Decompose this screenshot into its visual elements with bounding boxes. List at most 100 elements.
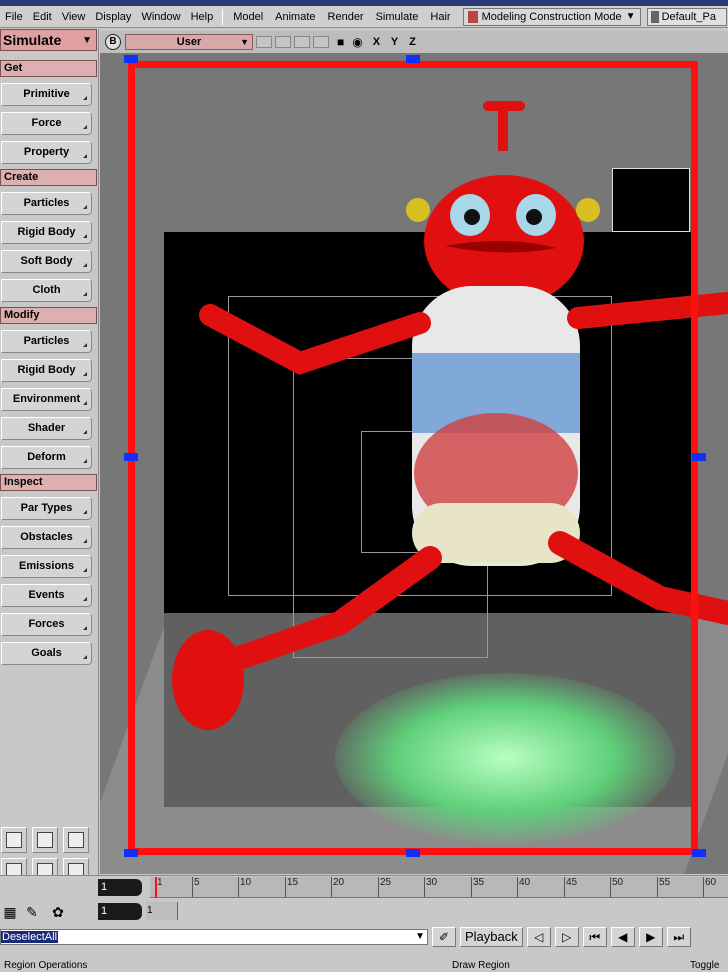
menu-help[interactable]: Help (186, 11, 219, 23)
frame-tick: 30 (424, 877, 438, 897)
layout-split-button[interactable] (32, 827, 58, 853)
frame-handle[interactable] (692, 849, 706, 857)
create-cloth-button[interactable]: Cloth (1, 279, 92, 302)
module-render[interactable]: Render (322, 11, 370, 23)
inspect-events-button[interactable]: Events (1, 584, 92, 607)
construction-mode-label: Modeling Construction Mode (481, 10, 622, 23)
script-icon[interactable]: ✐ (432, 927, 456, 947)
get-property-button[interactable]: Property (1, 141, 92, 164)
frame-tick: 5 (192, 877, 200, 897)
construction-mode-select[interactable]: Modeling Construction Mode ▼ (462, 7, 641, 26)
layout-graph-button[interactable] (1, 827, 27, 853)
section-modify[interactable]: Modify (0, 307, 97, 324)
frame-tick: 60 (703, 877, 717, 897)
frame-ruler[interactable]: 1 5 10 15 20 25 30 35 40 45 50 55 60 (150, 877, 728, 898)
start-frame-field[interactable]: 1 (98, 903, 142, 920)
menu-edit[interactable]: Edit (28, 11, 57, 23)
get-primitive-button[interactable]: Primitive (1, 83, 92, 106)
layout-quad-icon (68, 832, 84, 848)
viewport-memo-slot-2[interactable] (275, 36, 291, 48)
section-get[interactable]: Get (0, 60, 97, 77)
brush-icon[interactable]: ✎ (22, 902, 42, 922)
section-inspect[interactable]: Inspect (0, 474, 97, 491)
chevron-down-icon: ▼ (240, 37, 249, 47)
chevron-down-icon[interactable]: ▼ (415, 930, 425, 944)
viewport-view-select[interactable]: User ▼ (125, 34, 253, 50)
inspect-emissions-button[interactable]: Emissions (1, 555, 92, 578)
modify-deform-button[interactable]: Deform (1, 446, 92, 469)
frame-tick: 20 (331, 877, 345, 897)
time-slider: 1 1 5 10 15 20 25 30 35 40 45 50 55 60 1… (0, 875, 728, 925)
frame-handle[interactable] (124, 453, 138, 461)
get-force-button[interactable]: Force (1, 112, 92, 135)
current-frame-field[interactable]: 1 (98, 879, 142, 896)
menu-view[interactable]: View (57, 11, 91, 23)
menu-display[interactable]: Display (90, 11, 136, 23)
inspect-par-types-button[interactable]: Par Types (1, 497, 92, 520)
status-right: Toggle (690, 960, 720, 971)
modify-shader-button[interactable]: Shader (1, 417, 92, 440)
default-pass-field[interactable]: Default_Pa (646, 7, 727, 26)
simulate-toolbar: Simulate ▼ Get Primitive Force Property … (0, 29, 99, 884)
frame-tick: 35 (471, 877, 485, 897)
chevron-down-icon: ▼ (625, 11, 636, 22)
section-create[interactable]: Create (0, 169, 97, 186)
module-hair[interactable]: Hair (424, 11, 456, 23)
inspect-obstacles-button[interactable]: Obstacles (1, 526, 92, 549)
layout-split-icon (37, 832, 53, 848)
toolbar-module-label: Simulate (3, 32, 62, 48)
menu-file[interactable]: File (0, 11, 28, 23)
eye-icon[interactable]: ◉ (352, 35, 362, 49)
menu-bar: File Edit View Display Window Help Model… (0, 6, 728, 28)
frame-tick: 50 (610, 877, 624, 897)
menu-window[interactable]: Window (136, 11, 185, 23)
play-forward-icon[interactable]: ▶ (638, 927, 663, 947)
construction-mode-icon (467, 10, 478, 23)
inspect-forces-button[interactable]: Forces (1, 613, 92, 636)
create-rigid-body-button[interactable]: Rigid Body (1, 221, 92, 244)
frame-tick: 10 (238, 877, 252, 897)
layout-graph-icon (6, 832, 22, 848)
chevron-down-icon: ▼ (82, 34, 92, 46)
modify-environment-button[interactable]: Environment (1, 388, 92, 411)
create-particles-button[interactable]: Particles (1, 192, 92, 215)
3d-viewport[interactable] (100, 53, 728, 874)
viewport-memo-slot-4[interactable] (313, 36, 329, 48)
camera-icon[interactable]: ■ (337, 35, 344, 49)
frame-handle[interactable] (692, 453, 706, 461)
modify-rigid-body-button[interactable]: Rigid Body (1, 359, 92, 382)
frame-handle[interactable] (124, 55, 138, 63)
command-input[interactable]: DeselectAll ▼ (0, 929, 428, 945)
module-model[interactable]: Model (227, 11, 269, 23)
viewport-header: B User ▼ ■ ◉ X Y Z (100, 31, 728, 53)
frame-tick: 25 (378, 877, 392, 897)
playback-button[interactable]: Playback (460, 927, 523, 947)
modify-particles-button[interactable]: Particles (1, 330, 92, 353)
toolbar-module-select[interactable]: Simulate ▼ (0, 29, 97, 51)
layout-quad-button[interactable] (63, 827, 89, 853)
frame-handle[interactable] (406, 849, 420, 857)
module-simulate[interactable]: Simulate (370, 11, 425, 23)
menu-separator (222, 8, 224, 25)
frame-handle[interactable] (124, 849, 138, 857)
status-left: Region Operations (4, 960, 88, 971)
command-bar: DeselectAll ▼ ✐ Playback ◁ ▷ ⏮ ◀ ▶ ⏭ (0, 926, 728, 948)
first-frame-icon[interactable]: ⏮ (582, 927, 607, 947)
create-soft-body-button[interactable]: Soft Body (1, 250, 92, 273)
command-text: DeselectAll (1, 931, 59, 943)
play-backward-icon[interactable]: ◀ (610, 927, 635, 947)
frame-range-bar[interactable]: 1 (146, 902, 178, 920)
module-animate[interactable]: Animate (269, 11, 321, 23)
inspect-goals-button[interactable]: Goals (1, 642, 92, 665)
previous-frame-icon[interactable]: ◁ (526, 927, 551, 947)
viewport-memo-slot-3[interactable] (294, 36, 310, 48)
frame-handle[interactable] (406, 55, 420, 63)
grid-icon[interactable]: ▦ (0, 902, 20, 922)
viewport-memo-slot-1[interactable] (256, 36, 272, 48)
playhead[interactable] (155, 877, 157, 898)
palette-icon[interactable]: ✿ (48, 902, 68, 922)
last-frame-icon[interactable]: ⏭ (666, 927, 691, 947)
next-frame-icon[interactable]: ▷ (554, 927, 579, 947)
camera-safe-frame (128, 61, 698, 855)
viewport-letter-badge[interactable]: B (105, 34, 121, 50)
